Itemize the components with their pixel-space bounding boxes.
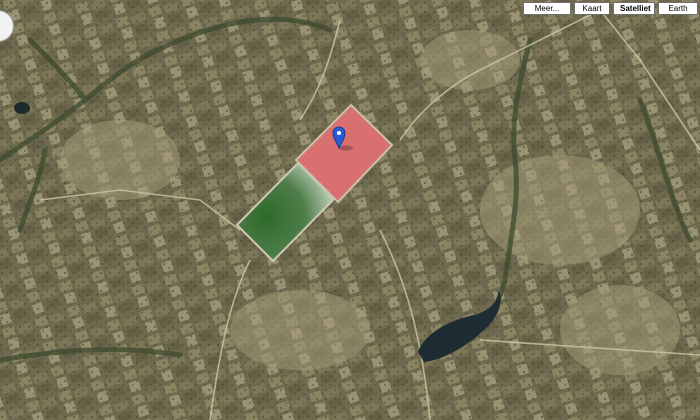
more-button[interactable]: Meer... (523, 2, 571, 15)
map-view-button[interactable]: Kaart (574, 2, 610, 15)
small-pond (14, 102, 30, 114)
map-type-toolbar: Meer... Kaart Satelliet Earth (523, 2, 698, 15)
satellite-map[interactable] (0, 0, 700, 420)
satellite-view-button[interactable]: Satelliet (613, 2, 655, 15)
earth-view-button[interactable]: Earth (658, 2, 698, 15)
